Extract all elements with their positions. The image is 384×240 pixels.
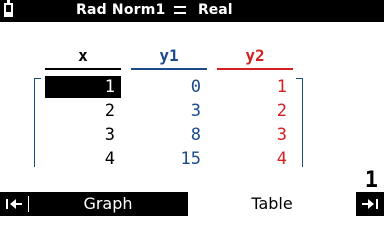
status-bar: Rad Norm1 Real — [0, 0, 384, 22]
table-cell-y1[interactable]: 15 — [131, 148, 207, 170]
table-row: 4 15 4 — [45, 148, 300, 170]
table-cell-y1[interactable]: 0 — [131, 76, 207, 98]
table-cell-y1[interactable]: 8 — [131, 124, 207, 146]
table-cell-y2[interactable]: 1 — [217, 76, 293, 98]
arrow-right-bar-icon[interactable] — [356, 192, 384, 216]
table-cell-y2[interactable]: 4 — [217, 148, 293, 170]
table-cell-x[interactable]: 1 — [45, 76, 121, 98]
number-format-label: Real — [198, 2, 233, 18]
table-cell-x[interactable]: 3 — [45, 124, 121, 146]
table-row: 3 8 3 — [45, 124, 300, 146]
column-header-y1[interactable]: y1 — [131, 46, 207, 70]
table-cell-y2[interactable]: 3 — [217, 124, 293, 146]
table-row: 2 3 2 — [45, 100, 300, 122]
tab-table[interactable]: Table — [188, 192, 356, 216]
battery-icon — [4, 0, 13, 17]
table-cell-y2[interactable]: 2 — [217, 100, 293, 122]
page-indicator: 1 — [364, 168, 378, 193]
tab-graph[interactable]: Graph — [28, 192, 188, 216]
soft-key-bar: Graph Table — [0, 192, 384, 216]
table-bracket-left — [34, 78, 41, 167]
table-cell-y1[interactable]: 3 — [131, 100, 207, 122]
table-cell-x[interactable]: 4 — [45, 148, 121, 170]
arrow-left-bar-icon[interactable] — [0, 192, 28, 216]
column-header-y2[interactable]: y2 — [217, 46, 293, 70]
equals-icon — [174, 5, 186, 16]
table-cell-x[interactable]: 2 — [45, 100, 121, 122]
column-header-x[interactable]: x — [45, 46, 121, 70]
angle-mode-label: Rad Norm1 — [76, 2, 166, 18]
table-row: 1 0 1 — [45, 76, 300, 98]
